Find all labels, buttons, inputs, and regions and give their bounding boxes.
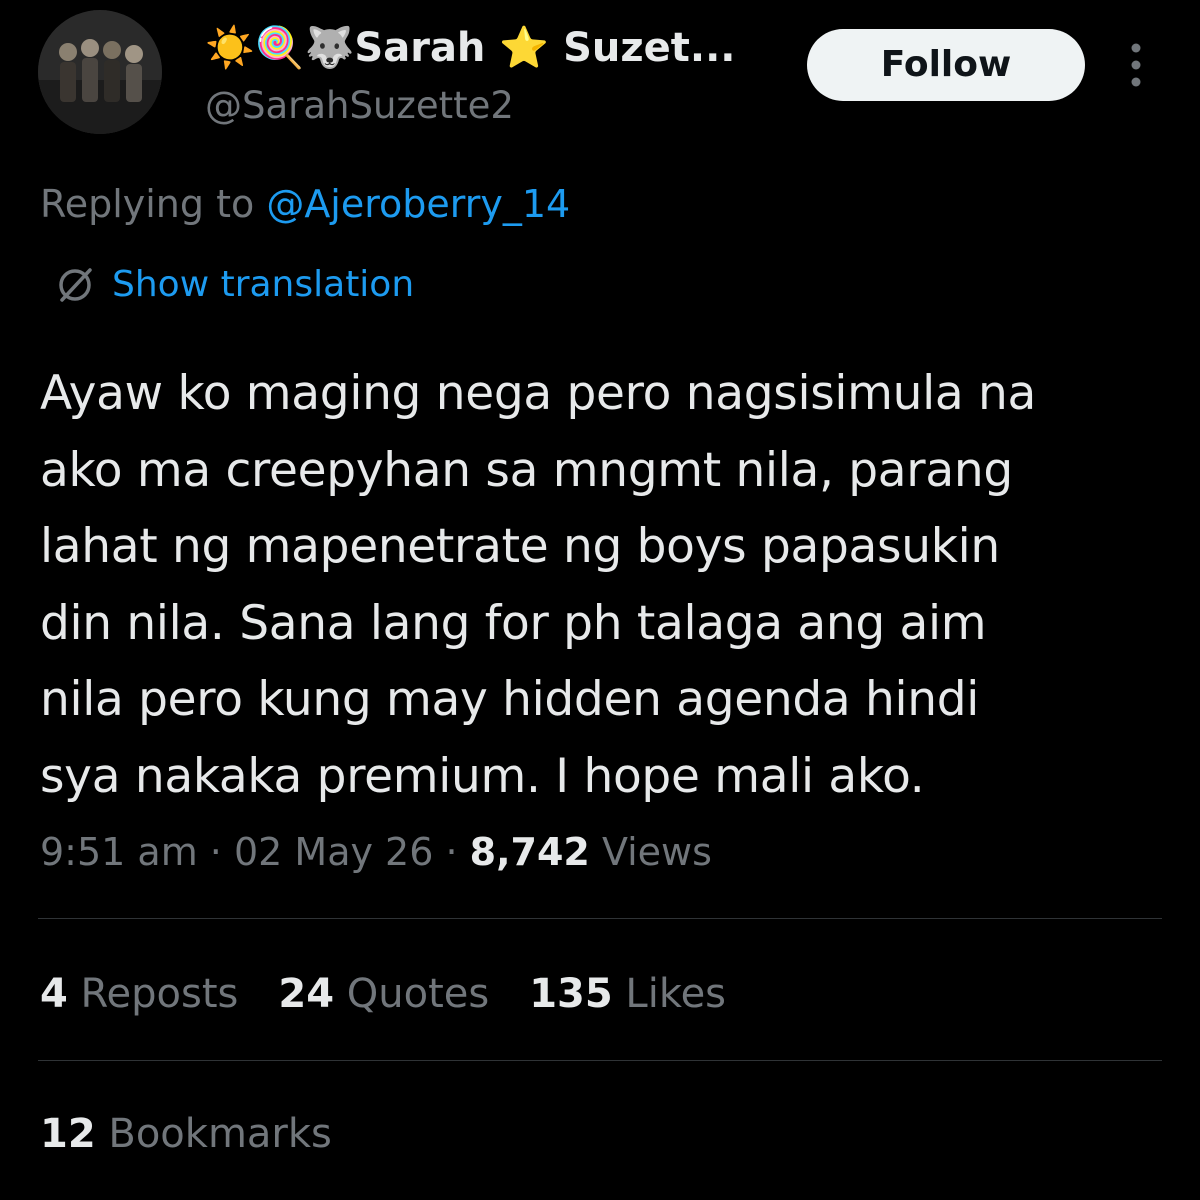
tweet-text: Ayaw ko maging nega pero nagsisimula na …	[40, 356, 1170, 815]
views-count: 8,742	[469, 830, 590, 874]
likes-count: 135	[529, 971, 613, 1017]
bookmarks-stat[interactable]: 12 Bookmarks	[40, 1106, 332, 1162]
tweet-line: sya nakaka premium. I hope mali ako.	[40, 748, 925, 804]
tweet-line: Ayaw ko maging nega pero nagsisimula na	[40, 366, 1037, 421]
likes-label: Likes	[612, 971, 727, 1017]
display-name[interactable]: ☀️🍭🐺Sarah ⭐ Suzet...	[205, 22, 735, 74]
views-label: Views	[589, 830, 712, 874]
tweet-time[interactable]: 9:51 am	[40, 830, 198, 874]
divider	[38, 918, 1162, 919]
show-translation-label: Show translation	[112, 264, 415, 305]
likes-stat[interactable]: 135 Likes	[529, 966, 726, 1022]
user-handle[interactable]: @SarahSuzette2	[205, 80, 514, 132]
tweet-date[interactable]: 02 May 26	[234, 830, 433, 874]
show-translation-button[interactable]: Show translation	[54, 259, 414, 311]
tweet-line: lahat ng mapenetrate ng boys papasukin	[40, 519, 1000, 574]
bookmarks-label: Bookmarks	[95, 1111, 332, 1157]
more-vertical-icon	[1131, 43, 1141, 87]
reposts-count: 4	[40, 971, 68, 1017]
globe-slash-icon	[59, 268, 92, 302]
avatar-photo	[38, 10, 162, 134]
divider	[38, 1060, 1162, 1061]
follow-button[interactable]: Follow	[807, 29, 1085, 101]
tweet-line: nila pero kung may hidden agenda hindi	[40, 672, 980, 727]
reply-mention-link[interactable]: @Ajeroberry_14	[266, 182, 570, 226]
tweet-meta: 9:51 am · 02 May 26 · 8,742 Views	[40, 826, 712, 878]
replying-to-label: Replying to	[40, 182, 267, 226]
bookmarks-count: 12	[40, 1111, 96, 1157]
quotes-label: Quotes	[334, 971, 490, 1017]
meta-separator: ·	[197, 830, 234, 874]
tweet-line: din nila. Sana lang for ph talaga ang ai…	[40, 595, 987, 651]
meta-separator: ·	[433, 830, 470, 874]
reposts-label: Reposts	[67, 971, 239, 1017]
tweet-line: ako ma creepyhan sa mngmt nila, parang	[40, 442, 1013, 498]
more-options-button[interactable]	[1116, 40, 1156, 90]
reposts-stat[interactable]: 4 Reposts	[40, 966, 238, 1022]
quotes-count: 24	[278, 971, 335, 1017]
replying-to: Replying to @Ajeroberry_14	[40, 178, 570, 230]
quotes-stat[interactable]: 24 Quotes	[278, 966, 489, 1022]
avatar[interactable]	[38, 10, 162, 134]
engagement-stats: 4 Reposts 24 Quotes 135 Likes	[40, 966, 766, 1022]
